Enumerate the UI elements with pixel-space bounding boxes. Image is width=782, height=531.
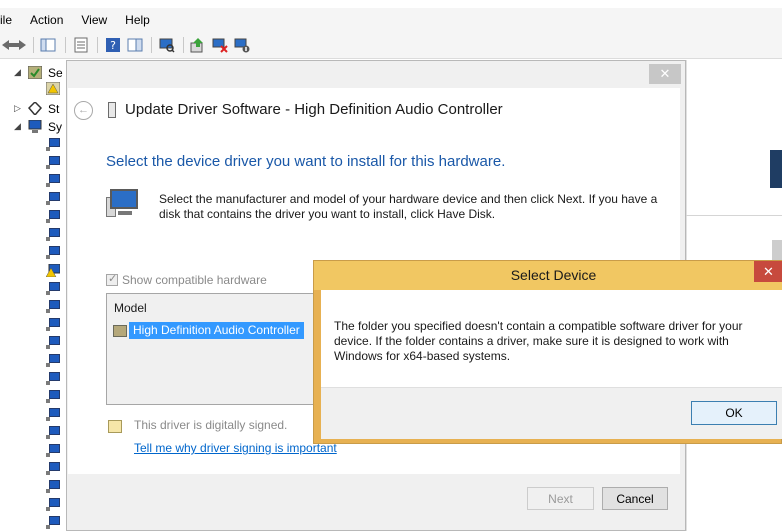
show-compatible-label: Show compatible hardware xyxy=(122,273,267,287)
device-icon[interactable] xyxy=(46,390,60,403)
device-icon[interactable] xyxy=(46,372,60,385)
device-icon[interactable] xyxy=(46,174,60,187)
show-hide-tree-icon[interactable] xyxy=(40,37,56,53)
help-icon[interactable]: ? xyxy=(105,37,121,53)
window-title-strip xyxy=(0,0,782,8)
uninstall-icon[interactable] xyxy=(212,37,228,53)
storage-icon xyxy=(28,102,42,115)
certificate-icon xyxy=(113,324,127,337)
certificate-icon xyxy=(108,420,122,433)
dialog-close-button[interactable]: ✕ xyxy=(754,261,782,282)
disable-icon[interactable] xyxy=(234,37,250,53)
warning-device-icon[interactable] xyxy=(46,82,60,95)
device-icon[interactable] xyxy=(46,480,60,493)
driver-signing-link[interactable]: Tell me why driver signing is important xyxy=(134,441,337,455)
dialog-message: The folder you specified doesn't contain… xyxy=(334,319,743,363)
system-devices-icon xyxy=(28,120,42,133)
device-icon[interactable] xyxy=(46,282,60,295)
right-pane-accent xyxy=(770,150,782,188)
device-icon[interactable] xyxy=(46,408,60,421)
security-device-icon xyxy=(28,66,42,79)
menu-help[interactable]: Help xyxy=(116,8,159,32)
menu-action[interactable]: Action xyxy=(21,8,72,32)
cancel-button[interactable]: Cancel xyxy=(602,487,668,510)
tree-item-security[interactable]: ◢ Se xyxy=(0,64,66,82)
device-icon[interactable] xyxy=(46,210,60,223)
dialog-footer: OK xyxy=(321,387,782,439)
back-arrow-icon[interactable]: ← xyxy=(74,101,93,120)
model-list[interactable]: Model High Definition Audio Controller xyxy=(106,293,316,405)
model-column-header[interactable]: Model xyxy=(114,301,147,315)
wizard-header: ← Update Driver Software - High Definiti… xyxy=(68,88,680,131)
action-pane-icon[interactable] xyxy=(127,37,143,53)
device-icon[interactable] xyxy=(46,336,60,349)
select-device-dialog: Select Device ✕ The folder you specified… xyxy=(313,260,782,444)
tree-item-storage[interactable]: ▷ St xyxy=(0,100,66,118)
scan-hardware-icon[interactable] xyxy=(159,37,175,53)
menu-view[interactable]: View xyxy=(72,8,116,32)
page-heading: Select the device driver you want to ins… xyxy=(106,153,506,170)
device-icon[interactable] xyxy=(46,498,60,511)
properties-icon[interactable] xyxy=(73,37,89,53)
tree-item-label: Se xyxy=(48,66,63,80)
device-icon[interactable] xyxy=(46,300,60,313)
ok-button[interactable]: OK xyxy=(691,401,777,425)
forward-arrow-icon[interactable] xyxy=(12,37,28,53)
model-item-label: High Definition Audio Controller xyxy=(129,322,304,339)
menu-file[interactable]: ile xyxy=(0,8,21,32)
device-icon[interactable] xyxy=(46,354,60,367)
device-icon[interactable] xyxy=(46,246,60,259)
list-item[interactable]: High Definition Audio Controller xyxy=(113,322,304,339)
device-icon xyxy=(108,102,116,118)
hardware-icon xyxy=(106,189,140,219)
toolbar-separator xyxy=(183,37,184,53)
device-icon[interactable] xyxy=(46,516,60,529)
warning-device-icon[interactable] xyxy=(46,264,60,277)
device-icon[interactable] xyxy=(46,156,60,169)
wizard-title: Update Driver Software - High Definition… xyxy=(125,101,503,118)
update-driver-icon[interactable] xyxy=(190,37,206,53)
device-icon[interactable] xyxy=(46,426,60,439)
dialog-body: The folder you specified doesn't contain… xyxy=(321,290,782,439)
instructions-text: Select the manufacturer and model of you… xyxy=(159,192,658,221)
wizard-close-button[interactable]: ✕ xyxy=(649,64,681,84)
device-icon[interactable] xyxy=(46,192,60,205)
device-icon[interactable] xyxy=(46,138,60,151)
device-tree: ◢ Se ▷ St ◢ Sy xyxy=(0,60,66,531)
signed-status-text: This driver is digitally signed. xyxy=(134,418,288,432)
svg-text:?: ? xyxy=(110,39,116,52)
show-compatible-checkbox[interactable]: Show compatible hardware xyxy=(106,272,267,287)
dialog-titlebar[interactable]: Select Device ✕ xyxy=(314,261,782,290)
device-icon[interactable] xyxy=(46,228,60,241)
menu-bar: ile Action View Help xyxy=(0,8,782,32)
device-icon[interactable] xyxy=(46,444,60,457)
toolbar-separator xyxy=(33,37,34,53)
right-pane-divider xyxy=(686,215,782,216)
tree-item-label: Sy xyxy=(48,120,63,134)
tree-item-label: St xyxy=(48,102,60,116)
toolbar-separator xyxy=(151,37,152,53)
tree-item-system[interactable]: ◢ Sy xyxy=(0,118,66,136)
collapse-arrow-icon[interactable]: ◢ xyxy=(14,121,21,132)
toolbar-separator xyxy=(97,37,98,53)
toolbar: ? xyxy=(0,32,782,59)
checkbox-checked-icon[interactable] xyxy=(106,272,118,286)
toolbar-separator xyxy=(65,37,66,53)
expand-arrow-icon[interactable]: ▷ xyxy=(14,103,21,114)
dialog-title: Select Device xyxy=(510,267,597,283)
collapse-arrow-icon[interactable]: ◢ xyxy=(14,67,21,78)
device-icon[interactable] xyxy=(46,318,60,331)
device-icon[interactable] xyxy=(46,462,60,475)
next-button[interactable]: Next xyxy=(527,487,594,510)
